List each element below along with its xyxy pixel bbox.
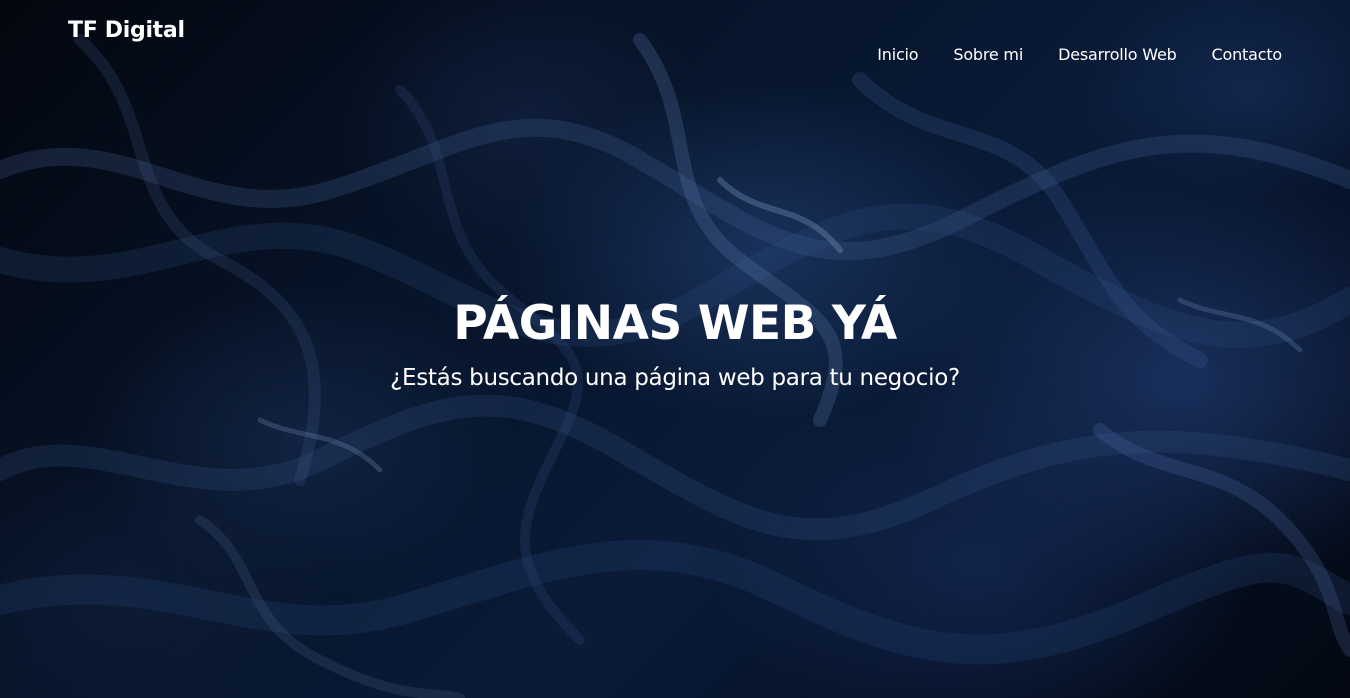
top-navbar: TF Digital Inicio Sobre mi Desarrollo We…	[0, 0, 1350, 90]
brand-logo-link[interactable]: TF Digital	[68, 18, 185, 43]
nav-menu: Inicio Sobre mi Desarrollo Web Contacto	[877, 45, 1282, 64]
nav-link-inicio[interactable]: Inicio	[877, 45, 918, 64]
hero-section: TF Digital Inicio Sobre mi Desarrollo We…	[0, 0, 1350, 698]
hero-content: PÁGINAS WEB YÁ ¿Estás buscando una págin…	[0, 290, 1350, 394]
hero-subtitle: ¿Estás buscando una página web para tu n…	[390, 365, 960, 391]
nav-link-desarrollo-web[interactable]: Desarrollo Web	[1058, 45, 1177, 64]
nav-link-contacto[interactable]: Contacto	[1212, 45, 1283, 64]
nav-link-sobre-mi[interactable]: Sobre mi	[953, 45, 1023, 64]
hero-title: PÁGINAS WEB YÁ	[453, 296, 897, 351]
